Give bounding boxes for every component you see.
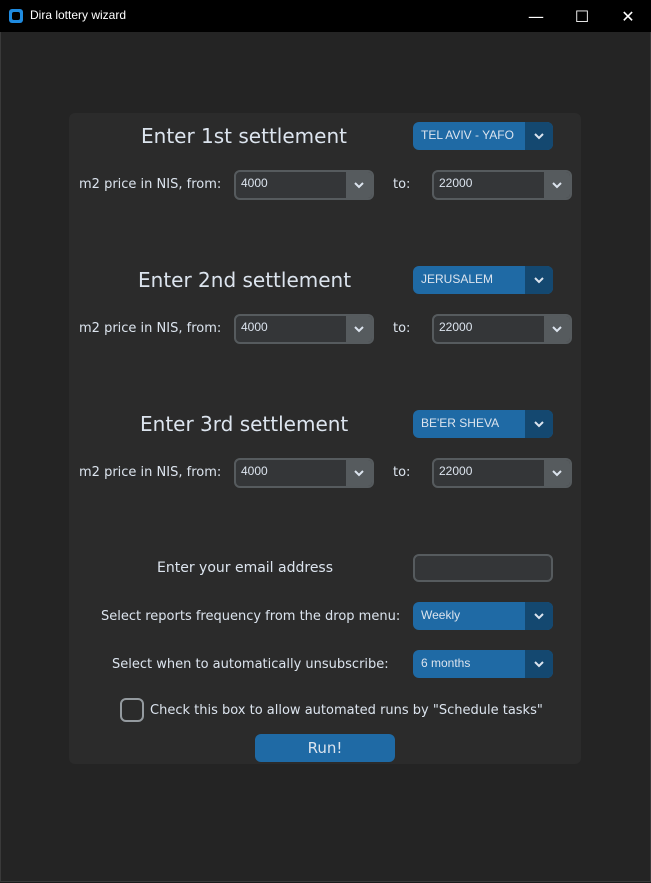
settlement-2-from-combo[interactable]: 4000 xyxy=(234,314,374,344)
settlement-2-value: JERUSALEM xyxy=(421,272,494,286)
settlement-3-to-combo[interactable]: 22000 xyxy=(432,458,572,488)
settlement-2-from-value: 4000 xyxy=(241,320,268,334)
settlement-1-from-label: m2 price in NIS, from: xyxy=(79,177,222,192)
settlement-2-select[interactable]: JERUSALEM xyxy=(413,266,553,294)
settlement-1-value: TEL AVIV - YAFO xyxy=(421,128,514,142)
maximize-button[interactable]: ☐ xyxy=(559,0,605,32)
chevron-down-icon xyxy=(525,122,553,150)
schedule-label: Check this box to allow automated runs b… xyxy=(150,703,543,718)
settlement-3-from-combo[interactable]: 4000 xyxy=(234,458,374,488)
settlement-3-heading: Enter 3rd settlement xyxy=(140,412,349,436)
unsubscribe-select[interactable]: 6 months xyxy=(413,650,553,678)
settlement-3-value: BE'ER SHEVA xyxy=(421,416,500,430)
frequency-select[interactable]: Weekly xyxy=(413,602,553,630)
settlement-1-from-combo[interactable]: 4000 xyxy=(234,170,374,200)
chevron-down-icon xyxy=(544,460,570,486)
email-label: Enter your email address xyxy=(157,560,334,576)
unsubscribe-label: Select when to automatically unsubscribe… xyxy=(112,657,389,672)
maximize-icon: ☐ xyxy=(574,6,590,26)
settlement-3-to-label: to: xyxy=(393,465,411,480)
chevron-down-icon xyxy=(525,410,553,438)
frequency-label: Select reports frequency from the drop m… xyxy=(101,609,401,624)
chevron-down-icon xyxy=(525,650,553,678)
settlement-1-from-value: 4000 xyxy=(241,176,268,190)
settlement-3-from-label: m2 price in NIS, from: xyxy=(79,465,222,480)
minimize-button[interactable]: — xyxy=(513,0,559,32)
app-icon xyxy=(9,9,23,23)
settlement-2-from-label: m2 price in NIS, from: xyxy=(79,321,222,336)
settlement-1-to-value: 22000 xyxy=(439,176,473,190)
minimize-icon: — xyxy=(528,6,544,26)
close-icon: ✕ xyxy=(621,6,635,26)
settlement-2-to-combo[interactable]: 22000 xyxy=(432,314,572,344)
frequency-value: Weekly xyxy=(421,608,461,622)
run-button[interactable]: Run! xyxy=(255,734,395,762)
email-input[interactable] xyxy=(413,554,553,582)
settlement-1-to-label: to: xyxy=(393,177,411,192)
unsubscribe-value: 6 months xyxy=(421,656,471,670)
window-title: Dira lottery wizard xyxy=(30,8,127,22)
chevron-down-icon xyxy=(544,172,570,198)
chevron-down-icon xyxy=(525,266,553,294)
chevron-down-icon xyxy=(525,602,553,630)
settlement-2-heading: Enter 2nd settlement xyxy=(138,268,352,292)
settlement-2-to-value: 22000 xyxy=(439,320,473,334)
settlement-3-to-value: 22000 xyxy=(439,464,473,478)
settlement-3-select[interactable]: BE'ER SHEVA xyxy=(413,410,553,438)
title-bar: Dira lottery wizard — ☐ ✕ xyxy=(0,0,651,32)
chevron-down-icon xyxy=(544,316,570,342)
settlement-3-from-value: 4000 xyxy=(241,464,268,478)
settlement-2-to-label: to: xyxy=(393,321,411,336)
close-button[interactable]: ✕ xyxy=(605,0,651,32)
chevron-down-icon xyxy=(346,172,372,198)
settlement-1-heading: Enter 1st settlement xyxy=(141,124,347,148)
settlement-1-to-combo[interactable]: 22000 xyxy=(432,170,572,200)
chevron-down-icon xyxy=(346,316,372,342)
chevron-down-icon xyxy=(346,460,372,486)
settlement-1-select[interactable]: TEL AVIV - YAFO xyxy=(413,122,553,150)
schedule-checkbox[interactable] xyxy=(120,698,144,722)
